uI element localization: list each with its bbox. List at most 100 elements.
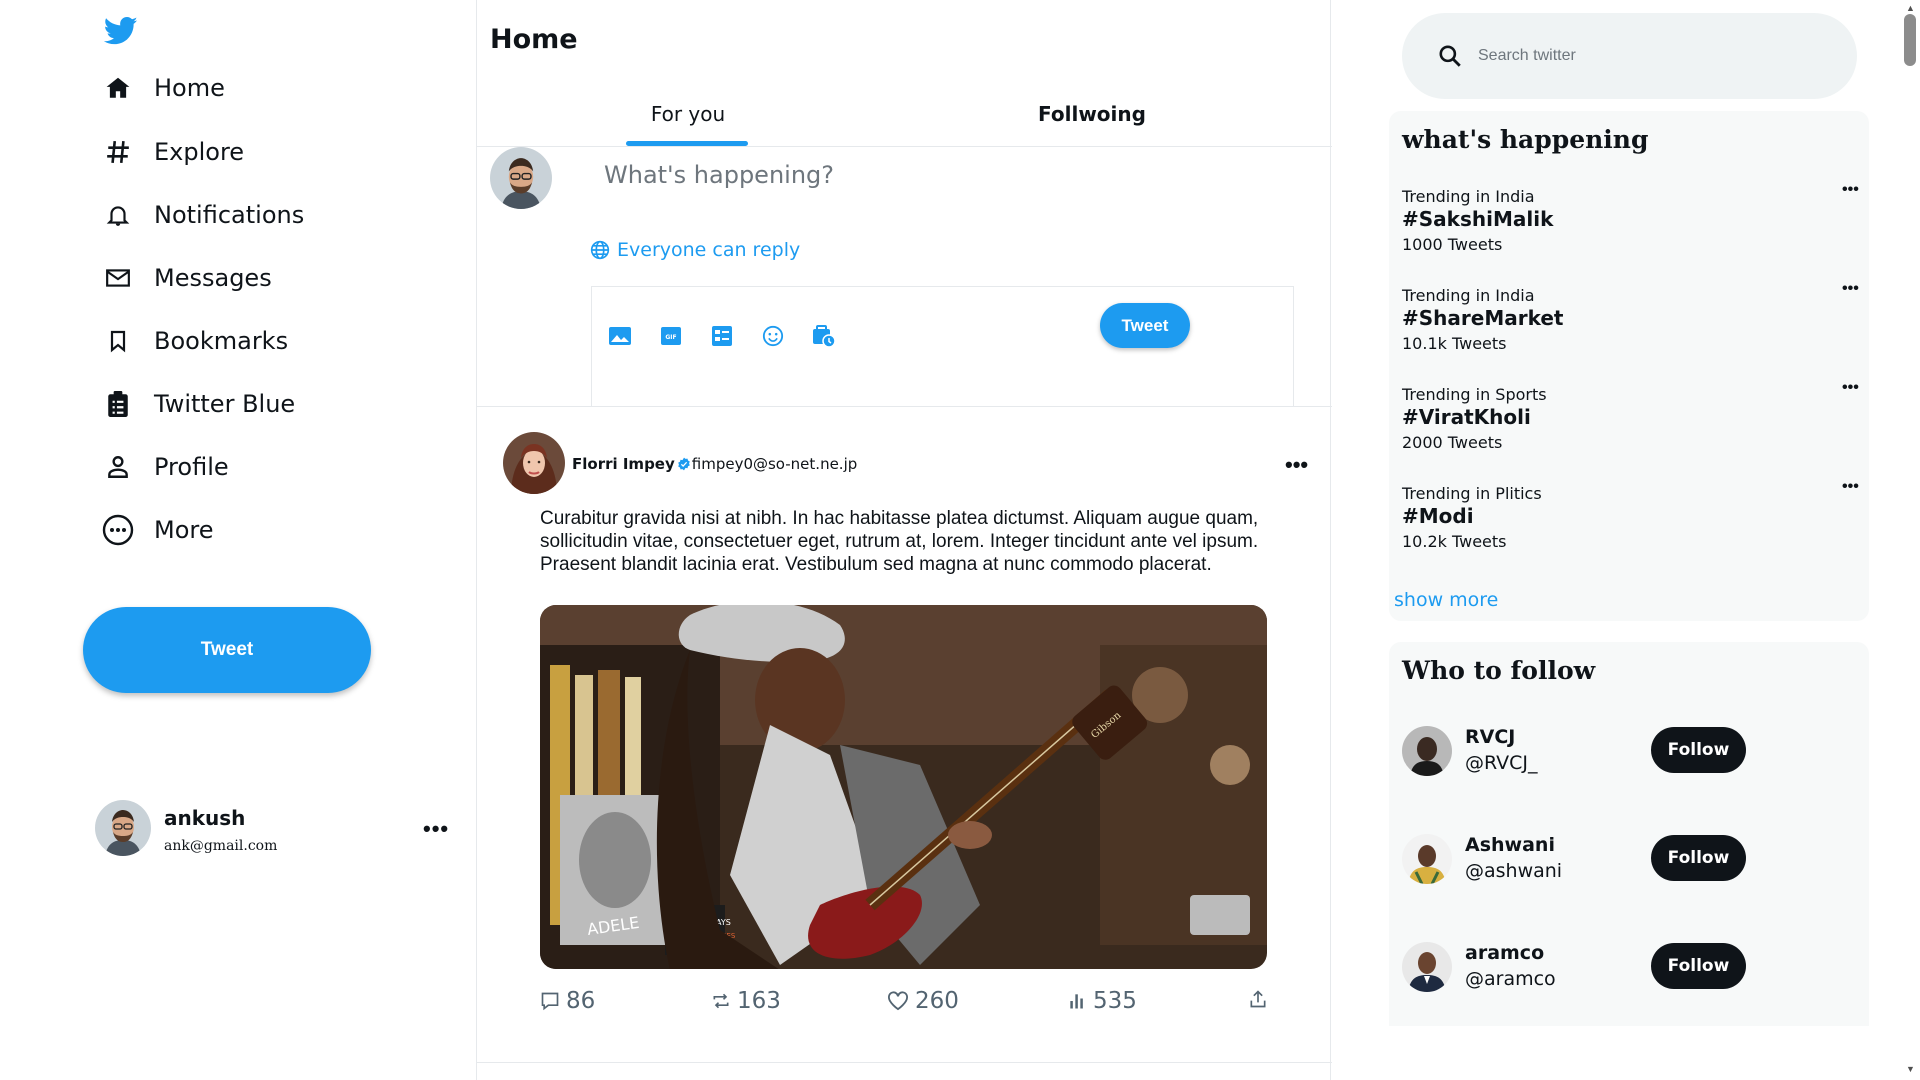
trend-item[interactable]: Trending in India #ShareMarket 10.1k Twe…: [1402, 280, 1859, 366]
scroll-up-icon[interactable]: ▲: [1906, 3, 1915, 13]
account-email: ank@gmail.com: [164, 838, 278, 854]
active-tab-indicator: [626, 141, 748, 146]
account-menu-icon[interactable]: •••: [423, 816, 449, 842]
bell-icon: [102, 199, 134, 231]
trend-menu-icon[interactable]: •••: [1842, 478, 1859, 496]
tweet-author-name[interactable]: Florri Impey: [572, 455, 675, 473]
account-switcher[interactable]: ankush ank@gmail.com •••: [95, 800, 455, 858]
compose-tweet-button[interactable]: Tweet: [1100, 303, 1190, 348]
nav-messages[interactable]: Messages: [102, 258, 272, 298]
emoji-icon[interactable]: [759, 322, 787, 350]
views-icon: [1067, 991, 1087, 1011]
poll-icon[interactable]: [708, 322, 736, 350]
avatar[interactable]: [1402, 942, 1452, 992]
trends-title: what's happening: [1402, 125, 1649, 154]
nav-more-label: More: [154, 516, 214, 544]
home-icon: [102, 72, 134, 104]
nav-twitter-blue-label: Twitter Blue: [154, 390, 296, 418]
nav-home[interactable]: Home: [102, 68, 225, 108]
nav-profile[interactable]: Profile: [102, 447, 229, 487]
search-box[interactable]: [1402, 13, 1857, 99]
nav-notifications[interactable]: Notifications: [102, 195, 304, 235]
follow-name[interactable]: Ashwani: [1465, 834, 1555, 856]
avatar[interactable]: [1402, 726, 1452, 776]
svg-text:GIF: GIF: [665, 334, 676, 341]
reply-permission-label: Everyone can reply: [617, 239, 801, 261]
nav-twitter-blue[interactable]: Twitter Blue: [102, 384, 295, 424]
share-icon: [1248, 988, 1268, 1010]
follow-suggestion: aramco @aramco Follow: [1402, 942, 1852, 1004]
trend-count: 2000 Tweets: [1402, 433, 1503, 452]
verified-badge-icon: [677, 457, 691, 471]
follow-handle: @RVCJ_: [1465, 752, 1538, 774]
retweet-action[interactable]: 163: [711, 988, 781, 1014]
twitter-logo-icon[interactable]: [103, 16, 138, 46]
trend-menu-icon[interactable]: •••: [1842, 379, 1859, 397]
image-icon[interactable]: [606, 322, 634, 350]
schedule-icon[interactable]: [810, 322, 838, 350]
avatar: [503, 432, 565, 494]
nav-explore[interactable]: Explore: [102, 132, 244, 172]
follow-name[interactable]: RVCJ: [1465, 726, 1515, 748]
trend-count: 10.2k Tweets: [1402, 532, 1507, 551]
scroll-down-icon[interactable]: ▼: [1906, 1064, 1915, 1074]
trend-item[interactable]: Trending in Plitics #Modi 10.2k Tweets •…: [1402, 478, 1859, 564]
retweet-count: 163: [737, 988, 781, 1014]
compose-input[interactable]: [604, 157, 1204, 193]
page-title: Home: [490, 24, 578, 55]
trend-context: Trending in Plitics: [1402, 484, 1542, 503]
tab-following[interactable]: Follwoing: [1012, 80, 1172, 147]
hashtag-icon: [102, 136, 134, 168]
follow-button[interactable]: Follow: [1651, 835, 1746, 881]
follow-suggestion: Ashwani @ashwani Follow: [1402, 834, 1852, 896]
avatar[interactable]: [1402, 834, 1452, 884]
trend-count: 1000 Tweets: [1402, 235, 1503, 254]
follow-name[interactable]: aramco: [1465, 942, 1544, 964]
tweet-menu-icon[interactable]: •••: [1285, 452, 1308, 478]
tab-for-you[interactable]: For you: [627, 80, 749, 147]
reply-permission[interactable]: Everyone can reply: [590, 239, 800, 261]
bookmark-icon: [102, 325, 134, 357]
trend-context: Trending in India: [1402, 286, 1535, 305]
tweet-image[interactable]: ADELE THE CLUB DAYS OF GUNS N' ROSES Gib…: [540, 605, 1267, 969]
reply-action[interactable]: 86: [540, 988, 595, 1014]
search-input[interactable]: [1478, 41, 1828, 71]
avatar: [95, 800, 151, 856]
reply-icon: [540, 991, 560, 1011]
scrollbar-thumb[interactable]: [1904, 14, 1916, 66]
left-sidebar: Home Explore Notifications Messages Book…: [0, 0, 476, 1080]
who-to-follow-panel: Who to follow RVCJ @RVCJ_ Follow Ashwani…: [1389, 642, 1869, 1026]
follow-handle: @ashwani: [1465, 860, 1563, 882]
tweet-header: Florri Impey fimpey0@so-net.ne.jp: [572, 455, 857, 473]
page-scrollbar[interactable]: ▲ ▼: [1901, 0, 1920, 1080]
mail-icon: [102, 262, 134, 294]
nav-explore-label: Explore: [154, 138, 245, 166]
nav-notifications-label: Notifications: [154, 201, 305, 229]
like-action[interactable]: 260: [887, 988, 959, 1014]
trend-menu-icon[interactable]: •••: [1842, 181, 1859, 199]
trend-hashtag: #SakshiMalik: [1402, 207, 1554, 231]
who-to-follow-title: Who to follow: [1402, 656, 1596, 685]
nav-bookmarks[interactable]: Bookmarks: [102, 321, 288, 361]
nav-profile-label: Profile: [154, 453, 229, 481]
follow-button[interactable]: Follow: [1651, 943, 1746, 989]
gif-icon[interactable]: GIF: [657, 322, 685, 350]
show-more-link[interactable]: show more: [1394, 589, 1498, 611]
trend-menu-icon[interactable]: •••: [1842, 280, 1859, 298]
trend-item[interactable]: Trending in Sports #ViratKholi 2000 Twee…: [1402, 379, 1859, 465]
feed-tabs: For you Follwoing: [477, 80, 1332, 147]
tweet-author-handle[interactable]: fimpey0@so-net.ne.jp: [692, 455, 858, 473]
trend-item[interactable]: Trending in India #SakshiMalik 1000 Twee…: [1402, 181, 1859, 267]
views-action[interactable]: 535: [1067, 988, 1137, 1014]
search-icon: [1437, 43, 1463, 74]
reply-count: 86: [566, 988, 596, 1014]
share-action[interactable]: [1248, 988, 1274, 1010]
tweet-button[interactable]: Tweet: [83, 607, 371, 693]
globe-icon: [590, 240, 610, 260]
tweet-composer: Everyone can reply GIF Tweet: [477, 147, 1332, 407]
retweet-icon: [711, 991, 731, 1011]
tweet-card[interactable]: Florri Impey fimpey0@so-net.ne.jp ••• Cu…: [477, 408, 1332, 1063]
follow-button[interactable]: Follow: [1651, 727, 1746, 773]
nav-home-label: Home: [154, 74, 225, 102]
nav-more[interactable]: More: [102, 510, 214, 550]
